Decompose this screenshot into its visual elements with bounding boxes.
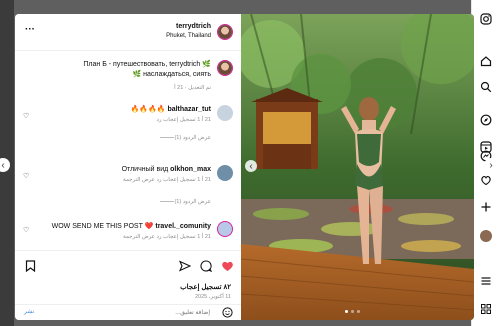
comment-username[interactable]: olkhon_max (170, 166, 211, 173)
comment-text: WOW SEND ME THIS POST ❤️ (51, 223, 154, 230)
post-date: 11 أكتوبر، 2025 (194, 294, 231, 300)
comment-likes[interactable]: 1 تسجيل إعجاب (163, 177, 200, 183)
apps-icon[interactable] (479, 302, 493, 316)
create-icon[interactable] (479, 200, 493, 214)
share-icon[interactable] (178, 259, 192, 273)
menu-icon[interactable] (479, 274, 493, 288)
post-photo-illustration (241, 14, 474, 320)
comment-time: 21 أ (201, 177, 211, 183)
emoji-icon[interactable] (222, 307, 233, 320)
comment-composer: نشر (15, 304, 241, 320)
post-author-block: terrydtrich Phuket, Thailand (61, 23, 211, 39)
heart-icon[interactable] (220, 259, 234, 273)
chevron-left-icon: ‹ (249, 160, 253, 172)
next-post-button[interactable]: › (484, 158, 498, 172)
caption-row: 🌿 План Б - путешествовать, terrydtrich н… (15, 58, 241, 98)
caption-text: 🌿 План Б - путешествовать, terrydtrich н… (21, 60, 211, 93)
post-header: ··· terrydtrich Phuket, Thailand (15, 14, 241, 51)
comment-likes[interactable]: 1 تسجيل إعجاب (163, 117, 200, 123)
comments-panel: ··· terrydtrich Phuket, Thailand 🌿 План … (15, 14, 241, 320)
comment-body: WOW SEND ME THIS POST ❤️ travel._comunit… (31, 222, 211, 242)
comment-text: 🔥🔥🔥🔥 (130, 106, 166, 113)
caption-line-1: 🌿 План Б - путешествовать, terrydtrich (83, 61, 211, 68)
post-comment-button[interactable]: نشر (24, 308, 34, 315)
notifications-icon[interactable] (479, 173, 493, 187)
instagram-icon[interactable] (479, 12, 493, 26)
chevron-left-icon: ‹ (1, 159, 5, 171)
profile-icon[interactable] (479, 229, 493, 243)
comment-input[interactable] (75, 307, 210, 318)
view-replies-button[interactable]: عرض الردود (1) (41, 199, 211, 205)
comment-item: ♡ Отличный вид olkhon_max 21 أ 1 تسجيل إ… (15, 162, 241, 212)
more-icon[interactable]: ··· (25, 24, 35, 35)
comment-username[interactable]: balthazar_tut (167, 106, 211, 113)
caption-meta: تم التعديل · 21 أ (174, 85, 211, 91)
comment-time: 21 أ (201, 117, 211, 123)
comment-time: 21 أ (201, 234, 211, 240)
chevron-right-icon: › (489, 159, 493, 171)
see-translation-button[interactable]: عرض الترجمة (123, 177, 155, 183)
commenter-avatar[interactable] (217, 221, 233, 237)
post-modal: ··· terrydtrich Phuket, Thailand 🌿 План … (15, 14, 474, 320)
likes-count[interactable]: ٨٢ تسجيل إعجاب (31, 283, 231, 291)
view-replies-button[interactable]: عرض الردود (1) (41, 135, 211, 141)
comment-reply-button[interactable]: رد (156, 234, 161, 240)
comment-username[interactable]: travel._comunity (155, 223, 211, 230)
search-icon[interactable] (479, 80, 493, 94)
bookmark-icon[interactable] (23, 259, 37, 273)
post-image[interactable]: ‹ (241, 14, 474, 320)
comment-text: Отличный вид (121, 166, 169, 173)
comment-reply-button[interactable]: رد (156, 177, 161, 183)
carousel-dots (345, 310, 360, 313)
comment-body: balthazar_tut 🔥🔥🔥🔥 21 أ 1 تسجيل إعجاب رد (41, 105, 211, 125)
comment-likes[interactable]: 1 تسجيل إعجاب (163, 234, 200, 240)
caption-line-2: наслаждаться, сиять 🌿 (132, 71, 211, 78)
explore-icon[interactable] (479, 113, 493, 127)
comment-reply-button[interactable]: رد (156, 117, 161, 123)
comment-icon[interactable] (199, 259, 213, 273)
previous-photo-button[interactable]: ‹ (245, 160, 257, 172)
comment-item: ♡ balthazar_tut 🔥🔥🔥🔥 21 أ 1 تسجيل إعجاب … (15, 102, 241, 152)
comment-like-icon[interactable]: ♡ (23, 112, 30, 120)
author-location[interactable]: Phuket, Thailand (61, 33, 211, 39)
comment-body: Отличный вид olkhon_max 21 أ 1 تسجيل إعج… (41, 165, 211, 185)
author-username[interactable]: terrydtrich (61, 23, 211, 30)
see-translation-button[interactable]: عرض الترجمة (123, 234, 155, 240)
author-avatar[interactable] (217, 24, 233, 40)
comment-item: ♡ WOW SEND ME THIS POST ❤️ travel._comun… (15, 219, 241, 249)
comment-like-icon[interactable]: ♡ (23, 226, 30, 234)
comment-like-icon[interactable]: ♡ (23, 172, 30, 180)
home-icon[interactable] (479, 54, 493, 68)
caption-avatar[interactable] (217, 60, 233, 76)
commenter-avatar[interactable] (217, 165, 233, 181)
commenter-avatar[interactable] (217, 105, 233, 121)
